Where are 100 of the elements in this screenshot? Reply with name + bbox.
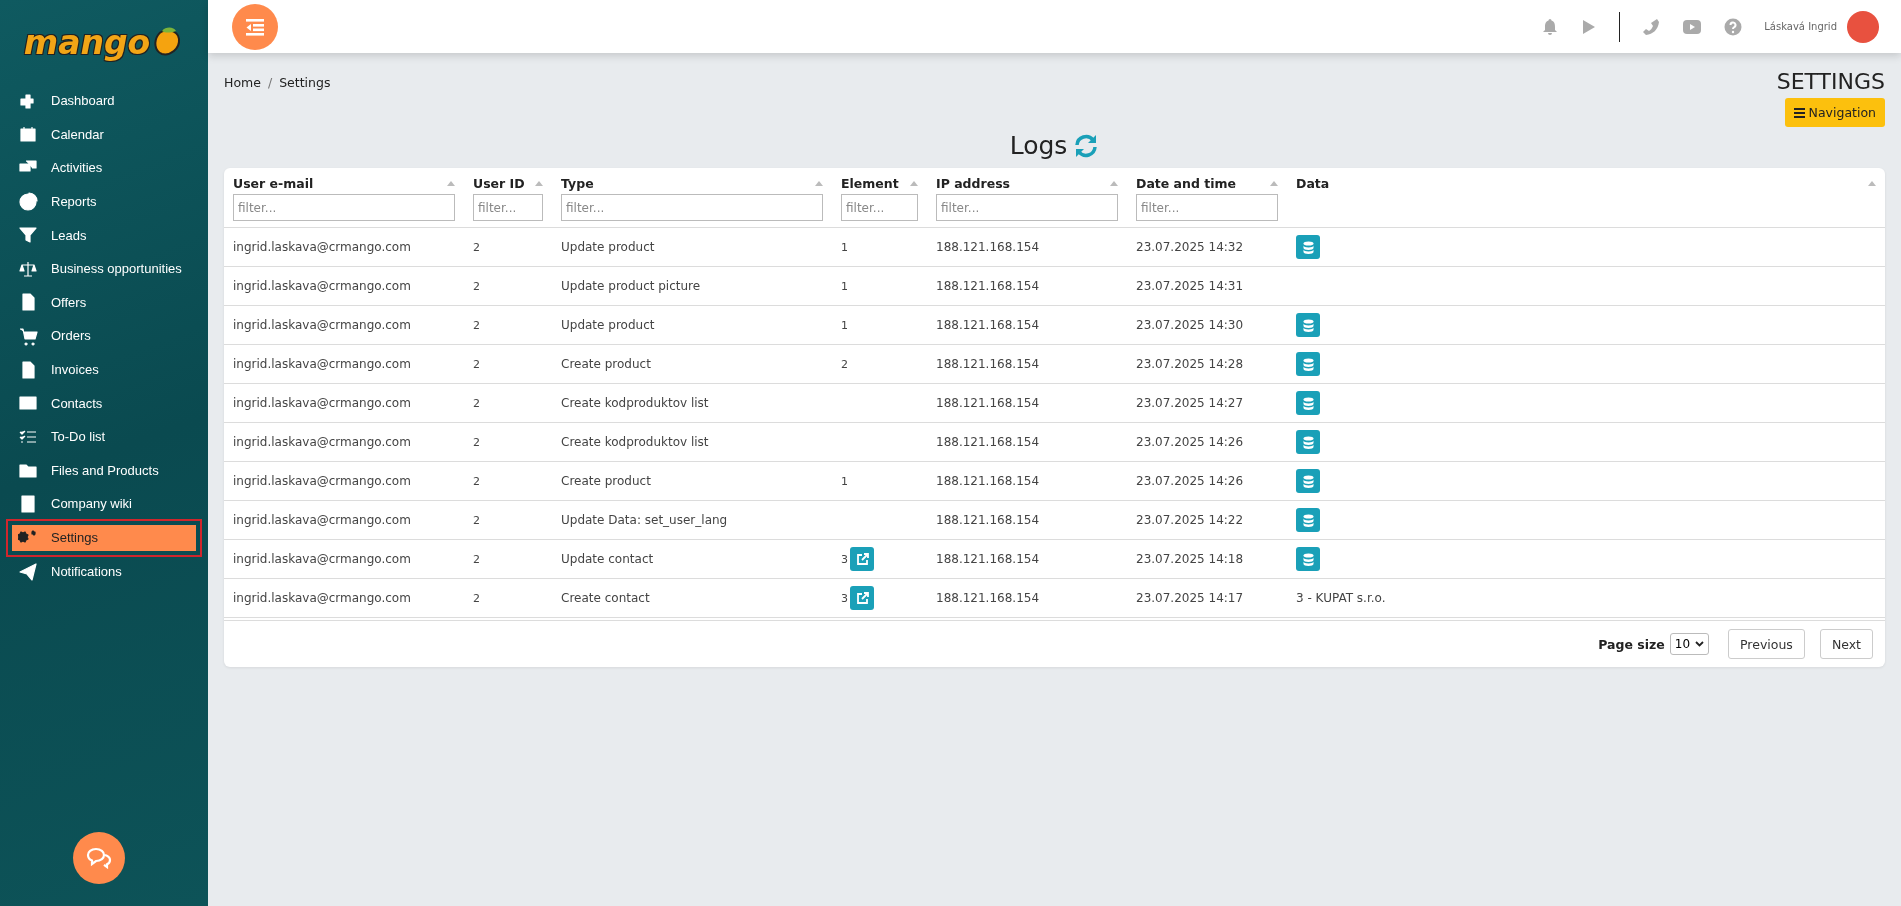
ip-cell: 188.121.168.154 xyxy=(936,552,1040,566)
ip-cell: 188.121.168.154 xyxy=(936,279,1040,293)
column-header[interactable]: IP address xyxy=(936,176,1011,191)
sort-icon[interactable] xyxy=(815,181,823,186)
sidebar-item[interactable]: Offers xyxy=(0,285,208,320)
date-cell: 23.07.2025 14:17 xyxy=(1136,591,1244,605)
breadcrumb-link[interactable]: Home xyxy=(224,75,261,90)
sort-icon[interactable] xyxy=(1868,181,1876,186)
sort-icon[interactable] xyxy=(447,181,455,186)
column-header[interactable]: User ID xyxy=(473,176,525,191)
date-cell: 23.07.2025 14:32 xyxy=(1136,240,1244,254)
filter-field[interactable]: filter... xyxy=(1136,194,1278,221)
breadcrumb-link[interactable]: Settings xyxy=(279,75,331,90)
email-cell: ingrid.laskava@crmango.com xyxy=(233,552,411,566)
column-header[interactable]: Element xyxy=(841,176,899,191)
data-button[interactable] xyxy=(1296,547,1320,571)
user-id-cell: 2 xyxy=(473,358,480,371)
menu-toggle-button[interactable] xyxy=(232,3,278,50)
data-button[interactable] xyxy=(1296,430,1320,454)
sidebar-item[interactable]: Business opportunities xyxy=(0,251,208,286)
sidebar-item[interactable]: Calendar xyxy=(0,117,208,152)
date-cell: 23.07.2025 14:26 xyxy=(1136,474,1244,488)
sidebar-item[interactable]: Settings xyxy=(12,524,196,551)
navigation-button[interactable]: Navigation xyxy=(1784,98,1885,127)
database-icon xyxy=(1302,552,1314,566)
section-title: Logs xyxy=(1009,131,1068,160)
next-button[interactable]: Next xyxy=(1819,629,1873,659)
filter-field[interactable]: filter... xyxy=(233,194,455,221)
column-header[interactable]: Date and time xyxy=(1136,176,1236,191)
filter-field[interactable]: filter... xyxy=(473,194,543,221)
sidebar-item[interactable]: Orders xyxy=(0,319,208,353)
column-header[interactable]: User e-mail xyxy=(233,176,314,191)
data-button[interactable] xyxy=(1296,391,1320,415)
avatar[interactable] xyxy=(1847,10,1879,43)
user-id-cell: 2 xyxy=(473,319,480,332)
sidebar-item[interactable]: To-Do list xyxy=(0,419,208,454)
type-cell: Update product xyxy=(561,318,655,332)
chat-button[interactable] xyxy=(73,832,125,884)
sidebar-item[interactable]: Company wiki xyxy=(0,487,208,521)
sort-icon[interactable] xyxy=(535,181,543,186)
sidebar-item[interactable]: Leads xyxy=(0,218,208,252)
phone-icon[interactable] xyxy=(1642,17,1661,36)
email-cell: ingrid.laskava@crmango.com xyxy=(233,435,411,449)
user-id-cell: 2 xyxy=(473,280,480,293)
collapse-menu-icon xyxy=(245,17,265,36)
data-button[interactable] xyxy=(1296,235,1320,259)
sidebar-item[interactable]: Activities xyxy=(0,151,208,185)
database-icon xyxy=(1302,435,1314,449)
data-cell: 3 - KUPAT s.r.o. xyxy=(1296,591,1386,605)
date-cell: 23.07.2025 14:22 xyxy=(1136,513,1244,527)
sidebar-item[interactable]: Reports xyxy=(0,184,208,219)
breadcrumb-separator: / xyxy=(267,75,273,90)
date-cell: 23.07.2025 14:28 xyxy=(1136,357,1244,371)
page-size-select[interactable]: 10 xyxy=(1669,633,1710,655)
database-icon xyxy=(1302,396,1314,410)
sidebar-item[interactable]: Invoices xyxy=(0,352,208,387)
type-cell: Update product picture xyxy=(561,279,701,293)
column-header[interactable]: Data xyxy=(1296,176,1330,191)
element-cell: 1 xyxy=(841,318,848,332)
video-icon[interactable] xyxy=(1682,18,1703,35)
data-button[interactable] xyxy=(1296,313,1320,337)
ip-cell: 188.121.168.154 xyxy=(936,396,1040,410)
user-id-cell: 2 xyxy=(473,475,480,488)
date-cell: 23.07.2025 14:27 xyxy=(1136,396,1244,410)
sort-icon[interactable] xyxy=(1270,181,1278,186)
data-button[interactable] xyxy=(1296,352,1320,376)
database-icon xyxy=(1302,357,1314,371)
type-cell: Update contact xyxy=(561,552,654,566)
sidebar-item[interactable]: Notifications xyxy=(0,554,208,589)
column-header[interactable]: Type xyxy=(561,176,594,191)
sidebar-item[interactable]: Dashboard xyxy=(0,84,208,118)
element-cell: 3 xyxy=(841,591,848,605)
help-icon[interactable] xyxy=(1724,17,1743,36)
date-cell: 23.07.2025 14:26 xyxy=(1136,435,1244,449)
database-icon xyxy=(1302,240,1314,254)
refresh-icon[interactable] xyxy=(1073,132,1100,159)
open-link-button[interactable] xyxy=(850,547,874,571)
previous-button[interactable]: Previous xyxy=(1728,629,1805,659)
sidebar-item[interactable]: Contacts xyxy=(0,386,208,420)
data-button[interactable] xyxy=(1296,469,1320,493)
bell-icon[interactable] xyxy=(1541,17,1560,36)
user-name[interactable]: Láskavá Ingrid xyxy=(1764,21,1837,32)
data-button[interactable] xyxy=(1296,508,1320,532)
email-cell: ingrid.laskava@crmango.com xyxy=(233,357,411,371)
email-cell: ingrid.laskava@crmango.com xyxy=(233,591,411,605)
ip-cell: 188.121.168.154 xyxy=(936,435,1040,449)
database-icon xyxy=(1302,513,1314,527)
sort-icon[interactable] xyxy=(1110,181,1118,186)
open-link-button[interactable] xyxy=(850,586,874,610)
sidebar-item[interactable]: Files and Products xyxy=(0,453,208,488)
sort-icon[interactable] xyxy=(910,181,918,186)
type-cell: Create product xyxy=(561,357,651,371)
filter-field[interactable]: filter... xyxy=(936,194,1118,221)
element-cell: 1 xyxy=(841,240,848,254)
filter-field[interactable]: filter... xyxy=(841,194,918,221)
email-cell: ingrid.laskava@crmango.com xyxy=(233,279,411,293)
page-size-label: Page size xyxy=(1598,636,1665,652)
ip-cell: 188.121.168.154 xyxy=(936,513,1040,527)
filter-field[interactable]: filter... xyxy=(561,194,823,221)
element-cell: 1 xyxy=(841,474,848,488)
